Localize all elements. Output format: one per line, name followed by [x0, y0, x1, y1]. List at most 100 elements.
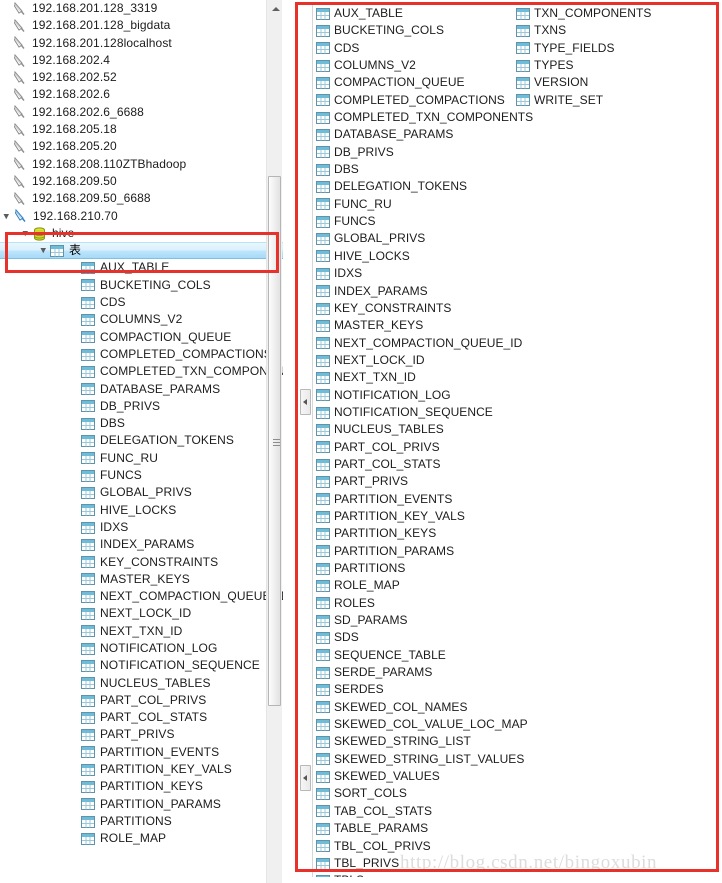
list-item[interactable]: NEXT_COMPACTION_QUEUE_ID	[316, 335, 526, 352]
list-item[interactable]: SKEWED_STRING_LIST	[316, 733, 526, 750]
list-item[interactable]: SKEWED_COL_VALUE_LOC_MAP	[316, 716, 528, 733]
expander-triangle-icon[interactable]	[20, 228, 31, 239]
list-item[interactable]: CDS	[316, 40, 526, 57]
table-list-panel[interactable]: AUX_TABLE BUCKETING_COLS CDS COLUMNS_V2 COMP…	[290, 0, 722, 883]
list-item[interactable]: KEY_CONSTRAINTS	[316, 300, 526, 317]
list-item[interactable]: PART_COL_STATS	[316, 456, 526, 473]
list-item[interactable]: SKEWED_COL_NAMES	[316, 699, 526, 716]
list-item[interactable]: PARTITIONS	[316, 560, 526, 577]
tree-item-table[interactable]: NEXT_TXN_ID	[0, 623, 283, 640]
list-item[interactable]: COMPLETED_TXN_COMPONENTS	[316, 109, 533, 126]
tree-item-table[interactable]: DBS	[0, 415, 283, 432]
tree-item-table[interactable]: PART_COL_STATS	[0, 709, 283, 726]
tree-item-connection[interactable]: 192.168.201.128localhost	[0, 35, 283, 52]
list-item[interactable]: PART_PRIVS	[316, 473, 526, 490]
list-item[interactable]: TYPES	[516, 57, 716, 74]
list-item[interactable]: NEXT_LOCK_ID	[316, 352, 526, 369]
list-item[interactable]: GLOBAL_PRIVS	[316, 230, 526, 247]
tree-item-table[interactable]: COLUMNS_V2	[0, 311, 283, 328]
list-item[interactable]: SORT_COLS	[316, 785, 526, 802]
tree-item-connection[interactable]: 192.168.208.110ZTBhadoop	[0, 156, 283, 173]
tree-item-connection[interactable]: 192.168.201.128_3319	[0, 0, 283, 17]
list-item[interactable]: SKEWED_VALUES	[316, 768, 526, 785]
scrollbar-thumb[interactable]	[268, 176, 281, 706]
list-splitter-handle-bottom[interactable]	[300, 765, 311, 791]
list-item[interactable]: PARTITION_KEYS	[316, 525, 526, 542]
tree-item-table[interactable]: DB_PRIVS	[0, 398, 283, 415]
list-item[interactable]: MASTER_KEYS	[316, 317, 526, 334]
list-item[interactable]: FUNCS	[316, 213, 526, 230]
list-item[interactable]: NOTIFICATION_SEQUENCE	[316, 404, 526, 421]
list-item[interactable]: PARTITION_PARAMS	[316, 543, 526, 560]
tree-item-table[interactable]: ROLE_MAP	[0, 830, 283, 847]
tree-item-table[interactable]: GLOBAL_PRIVS	[0, 484, 283, 501]
list-item[interactable]: DBS	[316, 161, 526, 178]
tree-item-table[interactable]: HIVE_LOCKS	[0, 502, 283, 519]
tree-item-table[interactable]: PARTITION_KEY_VALS	[0, 761, 283, 778]
list-item[interactable]: VERSION	[516, 74, 716, 91]
list-item[interactable]: COLUMNS_V2	[316, 57, 526, 74]
list-item[interactable]: DELEGATION_TOKENS	[316, 178, 526, 195]
tree-item-connection[interactable]: 192.168.201.128_bigdata	[0, 17, 283, 34]
list-item[interactable]: COMPLETED_COMPACTIONS	[316, 92, 526, 109]
tree-item-tables-node[interactable]: 表	[0, 242, 283, 260]
tree-item-table[interactable]: COMPLETED_COMPACTIONS	[0, 346, 283, 363]
list-item[interactable]: HIVE_LOCKS	[316, 248, 526, 265]
expander-triangle-icon[interactable]	[1, 211, 12, 222]
list-item[interactable]: TYPE_FIELDS	[516, 40, 716, 57]
list-item[interactable]: SD_PARAMS	[316, 612, 526, 629]
tree-item-table[interactable]: AUX_TABLE	[0, 259, 283, 276]
tree-item-connection[interactable]: 192.168.202.4	[0, 52, 283, 69]
list-item[interactable]: NUCLEUS_TABLES	[316, 421, 526, 438]
tree-item-connection[interactable]: 192.168.209.50	[0, 173, 283, 190]
tree-item-table[interactable]: NOTIFICATION_SEQUENCE	[0, 657, 283, 674]
left-vertical-scrollbar[interactable]	[266, 0, 282, 883]
list-item[interactable]: SEQUENCE_TABLE	[316, 647, 526, 664]
tree-item-connection[interactable]: 192.168.205.20	[0, 138, 283, 155]
tree-item-table[interactable]: FUNC_RU	[0, 450, 283, 467]
list-item[interactable]: IDXS	[316, 265, 526, 282]
tree-item-connection[interactable]: 192.168.202.52	[0, 69, 283, 86]
scroll-up-arrow-button[interactable]	[267, 0, 282, 17]
connection-tree-panel[interactable]: 192.168.201.128_3319 192.168.201.128_bigd…	[0, 0, 283, 883]
tree-item-connection[interactable]: 192.168.209.50_6688	[0, 190, 283, 207]
tree-item-table[interactable]: NOTIFICATION_LOG	[0, 640, 283, 657]
tree-item-table[interactable]: PARTITION_EVENTS	[0, 744, 283, 761]
list-item[interactable]: NOTIFICATION_LOG	[316, 387, 526, 404]
list-item[interactable]: SERDE_PARAMS	[316, 664, 526, 681]
list-item[interactable]: TXN_COMPONENTS	[516, 5, 716, 22]
tree-item-table[interactable]: NUCLEUS_TABLES	[0, 675, 283, 692]
list-item[interactable]: SDS	[316, 629, 526, 646]
list-item[interactable]: SKEWED_STRING_LIST_VALUES	[316, 751, 526, 768]
tree-item-connection[interactable]: 192.168.205.18	[0, 121, 283, 138]
list-item[interactable]: ROLES	[316, 595, 526, 612]
list-item[interactable]: BUCKETING_COLS	[316, 22, 526, 39]
table-list-hscroll-column[interactable]	[298, 5, 313, 877]
tree-item-table[interactable]: INDEX_PARAMS	[0, 536, 283, 553]
tree-item-table[interactable]: MASTER_KEYS	[0, 571, 283, 588]
tree-item-table[interactable]: DATABASE_PARAMS	[0, 381, 283, 398]
list-item[interactable]: COMPACTION_QUEUE	[316, 74, 526, 91]
tree-item-table[interactable]: PART_PRIVS	[0, 726, 283, 743]
tree-item-connection[interactable]: 192.168.202.6	[0, 86, 283, 103]
tree-item-connection[interactable]: 192.168.202.6_6688	[0, 104, 283, 121]
list-item[interactable]: PARTITION_KEY_VALS	[316, 508, 526, 525]
list-item[interactable]: NEXT_TXN_ID	[316, 369, 526, 386]
tree-item-table[interactable]: PART_COL_PRIVS	[0, 692, 283, 709]
tree-item-table[interactable]: PARTITIONS	[0, 813, 283, 830]
list-item[interactable]: SERDES	[316, 681, 526, 698]
tree-item-table[interactable]: DELEGATION_TOKENS	[0, 432, 283, 449]
list-item[interactable]: WRITE_SET	[516, 92, 716, 109]
tree-item-table[interactable]: PARTITION_KEYS	[0, 778, 283, 795]
list-item[interactable]: TXNS	[516, 22, 716, 39]
list-item[interactable]: DATABASE_PARAMS	[316, 126, 526, 143]
list-item[interactable]: INDEX_PARAMS	[316, 283, 526, 300]
list-item[interactable]: PART_COL_PRIVS	[316, 439, 526, 456]
expander-triangle-icon[interactable]	[38, 245, 49, 256]
tree-item-schema-hive[interactable]: hive	[0, 225, 283, 242]
tree-item-table[interactable]: CDS	[0, 294, 283, 311]
tree-item-table[interactable]: KEY_CONSTRAINTS	[0, 554, 283, 571]
list-item[interactable]: DB_PRIVS	[316, 144, 526, 161]
list-item[interactable]: TABLE_PARAMS	[316, 820, 526, 837]
tree-item-table[interactable]: NEXT_COMPACTION_QUEUE_ID	[0, 588, 283, 605]
